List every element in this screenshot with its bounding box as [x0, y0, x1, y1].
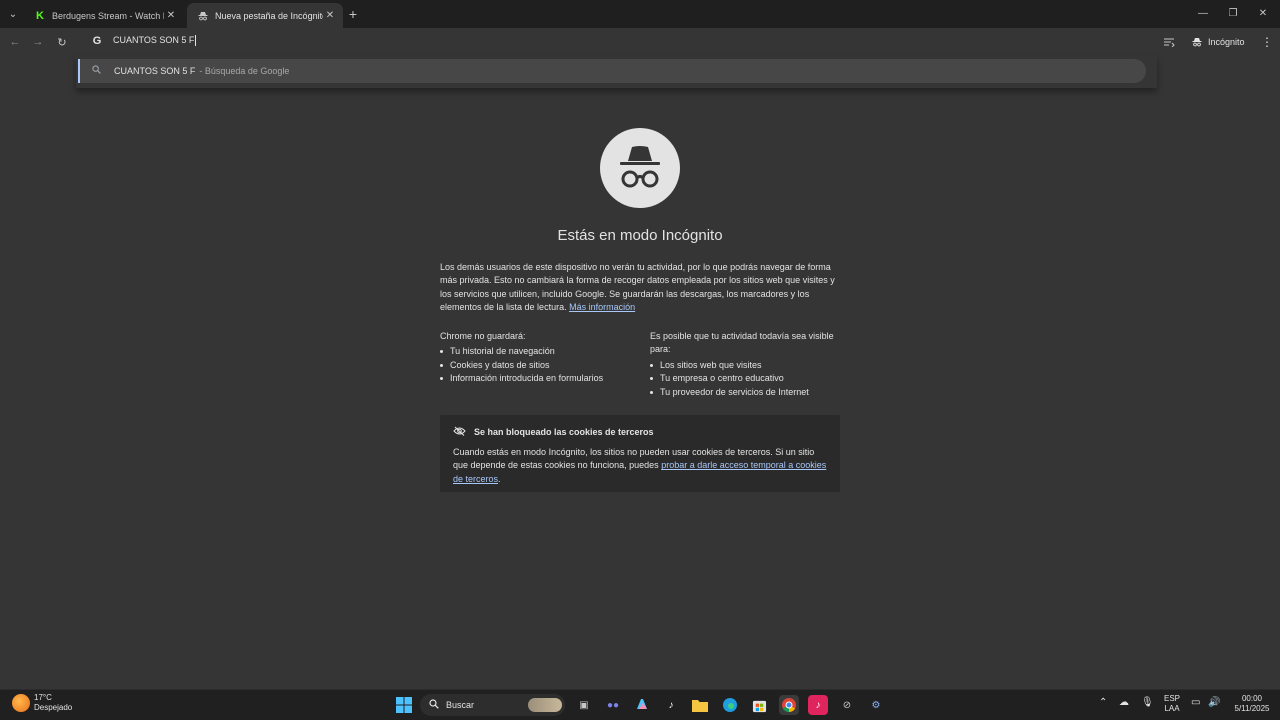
- search-icon: [92, 65, 104, 77]
- back-button[interactable]: ←: [7, 34, 23, 50]
- windows-start-icon[interactable]: [394, 695, 414, 715]
- taskbar: 17°C Despejado Buscar ▣ ●● ♪ ♪ ⊘ ⚙ ⌃ ☁ 🎙…: [0, 689, 1280, 720]
- tiktok-studio-icon[interactable]: ♪: [808, 695, 828, 715]
- onedrive-cloud-icon[interactable]: ☁: [1119, 698, 1129, 708]
- copilot-icon[interactable]: [632, 695, 652, 715]
- list-item: Cookies y datos de sitios: [440, 359, 635, 372]
- tab-berdugens-stream[interactable]: K Berdugens Stream - Watch Live ✕: [24, 3, 184, 28]
- task-view-icon[interactable]: ▣: [574, 695, 594, 715]
- list-item: Información introducida en formularios: [440, 372, 635, 385]
- google-icon: G: [92, 35, 102, 47]
- list-item: Tu empresa o centro educativo: [650, 372, 845, 385]
- close-window-button[interactable]: ✕: [1248, 4, 1278, 22]
- not-saved-title: Chrome no guardará:: [440, 331, 526, 341]
- incognito-intro: Los demás usuarios de este dispositivo n…: [440, 261, 840, 315]
- tab-close-icon[interactable]: ✕: [323, 9, 337, 23]
- visible-title: Es posible que tu actividad todavía sea …: [650, 331, 834, 355]
- visible-to-section: Es posible que tu actividad todavía sea …: [650, 330, 845, 399]
- teams-icon[interactable]: ●●: [603, 695, 623, 715]
- minimize-button[interactable]: —: [1188, 4, 1218, 22]
- browser-toolbar: ← → ↻ G CUANTOS SON 5 F Incógnito ⋮: [0, 28, 1280, 56]
- forward-button[interactable]: →: [30, 34, 46, 50]
- list-item: Tu proveedor de servicios de Internet: [650, 386, 845, 399]
- network-icon[interactable]: ▭: [1191, 698, 1200, 708]
- microsoft-store-icon[interactable]: [749, 695, 769, 715]
- weather-widget[interactable]: 17°C Despejado: [12, 693, 72, 713]
- third-party-cookies-card: Se han bloqueado las cookies de terceros…: [440, 415, 840, 492]
- list-item: Tu historial de navegación: [440, 345, 635, 358]
- cookie-body: Cuando estás en modo Incógnito, los siti…: [453, 446, 827, 486]
- search-placeholder: Buscar: [446, 700, 475, 710]
- weather-temperature: 17°C: [34, 693, 52, 702]
- suggestion-query: CUANTOS SON 5 F: [114, 66, 196, 76]
- edge-icon[interactable]: [720, 695, 740, 715]
- weather-condition: Despejado: [34, 703, 73, 712]
- clock[interactable]: 00:00 5/11/2025: [1229, 694, 1275, 714]
- menu-kebab-icon[interactable]: ⋮: [1261, 33, 1273, 51]
- suggestion-item[interactable]: CUANTOS SON 5 F - Búsqueda de Google: [78, 59, 1146, 83]
- tab-incognito[interactable]: Nueva pestaña de Incógnito ✕: [187, 3, 343, 28]
- incognito-icon: [1192, 38, 1202, 47]
- suggestion-description: - Búsqueda de Google: [199, 66, 290, 76]
- restore-button[interactable]: ❐: [1218, 4, 1248, 22]
- tiktok-icon[interactable]: ♪: [661, 695, 681, 715]
- lang-code: ESP: [1164, 694, 1181, 703]
- search-icon: [429, 699, 439, 711]
- tray-chevron-up-icon[interactable]: ⌃: [1099, 698, 1107, 708]
- taskbar-search-input[interactable]: Buscar: [420, 694, 565, 716]
- new-tab-button[interactable]: +: [345, 6, 361, 22]
- tab-search-button[interactable]: ⌄: [4, 5, 22, 23]
- chrome-icon[interactable]: [779, 695, 799, 715]
- cookie-card-header: Se han bloqueado las cookies de terceros: [453, 426, 827, 438]
- tab-close-icon[interactable]: ✕: [164, 9, 178, 23]
- tab-title: Berdugens Stream - Watch Live: [52, 10, 164, 21]
- volume-icon[interactable]: 🔊: [1208, 698, 1220, 708]
- microphone-icon[interactable]: 🎙: [1141, 698, 1154, 708]
- cookie-title: Se han bloqueado las cookies de terceros: [474, 427, 654, 437]
- tab-strip: ⌄ K Berdugens Stream - Watch Live ✕ Nuev…: [0, 0, 1280, 28]
- incognito-icon: [197, 10, 209, 22]
- eye-off-icon: [453, 426, 467, 438]
- kick-icon: K: [36, 9, 44, 22]
- cookie-body-end: .: [498, 473, 501, 484]
- language-indicator[interactable]: ESP LAA: [1164, 694, 1180, 714]
- more-info-link[interactable]: Más información: [569, 302, 635, 312]
- tab-title: Nueva pestaña de Incógnito: [215, 10, 323, 21]
- list-item: Los sitios web que visites: [650, 359, 845, 372]
- search-highlight-icon: [528, 698, 562, 712]
- omnibox-suggestions: CUANTOS SON 5 F - Búsqueda de Google: [76, 56, 1157, 88]
- lang-layout: LAA: [1164, 704, 1180, 713]
- clock-date: 5/11/2025: [1234, 704, 1270, 713]
- tab-search-icon[interactable]: [1163, 33, 1175, 51]
- incognito-indicator[interactable]: Incógnito: [1191, 33, 1245, 51]
- clock-time: 00:00: [1241, 694, 1263, 703]
- reload-button[interactable]: ↻: [54, 34, 70, 50]
- incognito-label: Incógnito: [1208, 37, 1245, 47]
- file-explorer-icon[interactable]: [690, 695, 710, 715]
- intro-text: Los demás usuarios de este dispositivo n…: [440, 262, 835, 313]
- omnibox-input[interactable]: CUANTOS SON 5 F: [113, 35, 1013, 47]
- incognito-logo-icon: [600, 128, 680, 208]
- page-title: Estás en modo Incógnito: [557, 227, 723, 244]
- not-saved-section: Chrome no guardará: Tu historial de nave…: [440, 330, 635, 386]
- settings-gear-icon[interactable]: ⚙: [866, 695, 886, 715]
- app-icon[interactable]: ⊘: [837, 695, 857, 715]
- weather-icon: [12, 694, 30, 712]
